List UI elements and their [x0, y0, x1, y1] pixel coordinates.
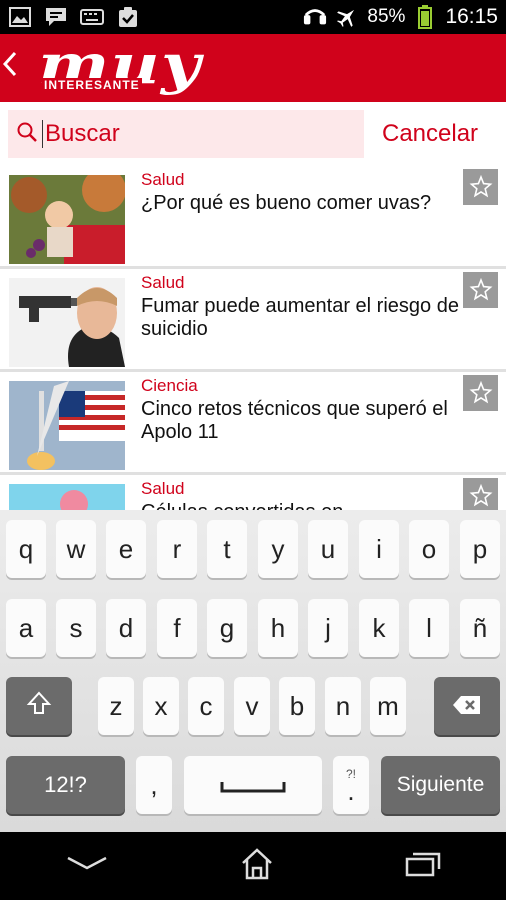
brand-logo: muy INTERESANTE [22, 32, 222, 102]
keyboard-icon [80, 6, 104, 28]
key-g[interactable]: g [207, 599, 247, 657]
article-category: Salud [141, 170, 185, 189]
list-item[interactable]: Salud ¿Por qué es bueno comer uvas? [0, 166, 506, 269]
article-title: Fumar puede aumentar el riesgo de suicid… [141, 295, 459, 340]
list-item[interactable]: Salud Células convertidas en [0, 475, 506, 510]
recent-apps-icon[interactable] [405, 851, 441, 882]
clipboard-check-icon [116, 6, 140, 28]
key-s[interactable]: s [56, 599, 96, 657]
system-nav-bar [0, 832, 506, 900]
shift-key[interactable] [6, 677, 72, 735]
key-i[interactable]: i [359, 520, 399, 578]
on-screen-keyboard: q w e r t y u i o p a s d f g h j k l ñ … [0, 510, 506, 832]
backspace-key[interactable] [434, 677, 500, 735]
article-title: ¿Por qué es bueno comer uvas? [141, 192, 432, 214]
key-y[interactable]: y [258, 520, 298, 578]
search-field[interactable] [8, 110, 364, 158]
star-icon[interactable] [463, 375, 498, 411]
brand-subtitle: INTERESANTE [42, 78, 142, 92]
period-label: . [347, 776, 355, 806]
app-header: muy INTERESANTE [0, 32, 506, 102]
search-bar: Cancelar [0, 102, 506, 166]
key-n[interactable]: n [325, 677, 361, 735]
star-icon[interactable] [463, 169, 498, 205]
chevron-left-icon[interactable] [2, 50, 22, 86]
backspace-icon [452, 691, 482, 722]
image-icon [8, 6, 32, 28]
key-j[interactable]: j [308, 599, 348, 657]
key-l[interactable]: l [409, 599, 449, 657]
battery-icon [413, 5, 437, 29]
article-title: Células convertidas en [141, 501, 463, 510]
list-item[interactable]: Salud Fumar puede aumentar el riesgo de … [0, 269, 506, 372]
article-title: Cinco retos técnicos que superó el Apolo… [141, 398, 448, 443]
key-e[interactable]: e [106, 520, 146, 578]
airplane-icon [335, 6, 359, 28]
symbols-key[interactable]: 12!? [6, 756, 125, 814]
key-m[interactable]: m [370, 677, 406, 735]
key-f[interactable]: f [157, 599, 197, 657]
star-icon[interactable] [463, 272, 498, 308]
star-icon[interactable] [463, 478, 498, 510]
clock: 16:15 [445, 5, 498, 28]
shift-arrow-icon [26, 690, 52, 723]
article-category: Salud [141, 273, 185, 292]
article-thumbnail [9, 484, 125, 510]
comma-key[interactable]: , [136, 756, 172, 814]
key-c[interactable]: c [188, 677, 224, 735]
key-t[interactable]: t [207, 520, 247, 578]
key-o[interactable]: o [409, 520, 449, 578]
article-thumbnail [9, 278, 125, 367]
key-k[interactable]: k [359, 599, 399, 657]
key-z[interactable]: z [98, 677, 134, 735]
search-icon [16, 121, 38, 148]
key-b[interactable]: b [279, 677, 315, 735]
article-list: Salud ¿Por qué es bueno comer uvas? Salu… [0, 166, 506, 510]
space-bar-icon [220, 770, 286, 801]
key-w[interactable]: w [56, 520, 96, 578]
key-a[interactable]: a [6, 599, 46, 657]
key-d[interactable]: d [106, 599, 146, 657]
headset-icon [303, 6, 327, 28]
key-r[interactable]: r [157, 520, 197, 578]
search-input[interactable] [42, 120, 342, 148]
battery-percent: 85% [367, 6, 406, 27]
period-key[interactable]: ?! . [333, 756, 369, 814]
status-bar: 85% 16:15 [0, 0, 506, 34]
key-h[interactable]: h [258, 599, 298, 657]
key-enye[interactable]: ñ [460, 599, 500, 657]
article-thumbnail [9, 381, 125, 470]
space-key[interactable] [184, 756, 322, 814]
key-v[interactable]: v [234, 677, 270, 735]
article-thumbnail [9, 175, 125, 264]
article-category: Salud [141, 479, 185, 498]
cancel-button[interactable]: Cancelar [382, 120, 478, 148]
chat-icon [44, 6, 68, 28]
key-u[interactable]: u [308, 520, 348, 578]
key-p[interactable]: p [460, 520, 500, 578]
key-x[interactable]: x [143, 677, 179, 735]
home-icon[interactable] [240, 847, 274, 885]
key-q[interactable]: q [6, 520, 46, 578]
next-key[interactable]: Siguiente [381, 756, 500, 814]
article-category: Ciencia [141, 376, 198, 395]
back-icon[interactable] [65, 854, 109, 879]
list-item[interactable]: Ciencia Cinco retos técnicos que superó … [0, 372, 506, 475]
